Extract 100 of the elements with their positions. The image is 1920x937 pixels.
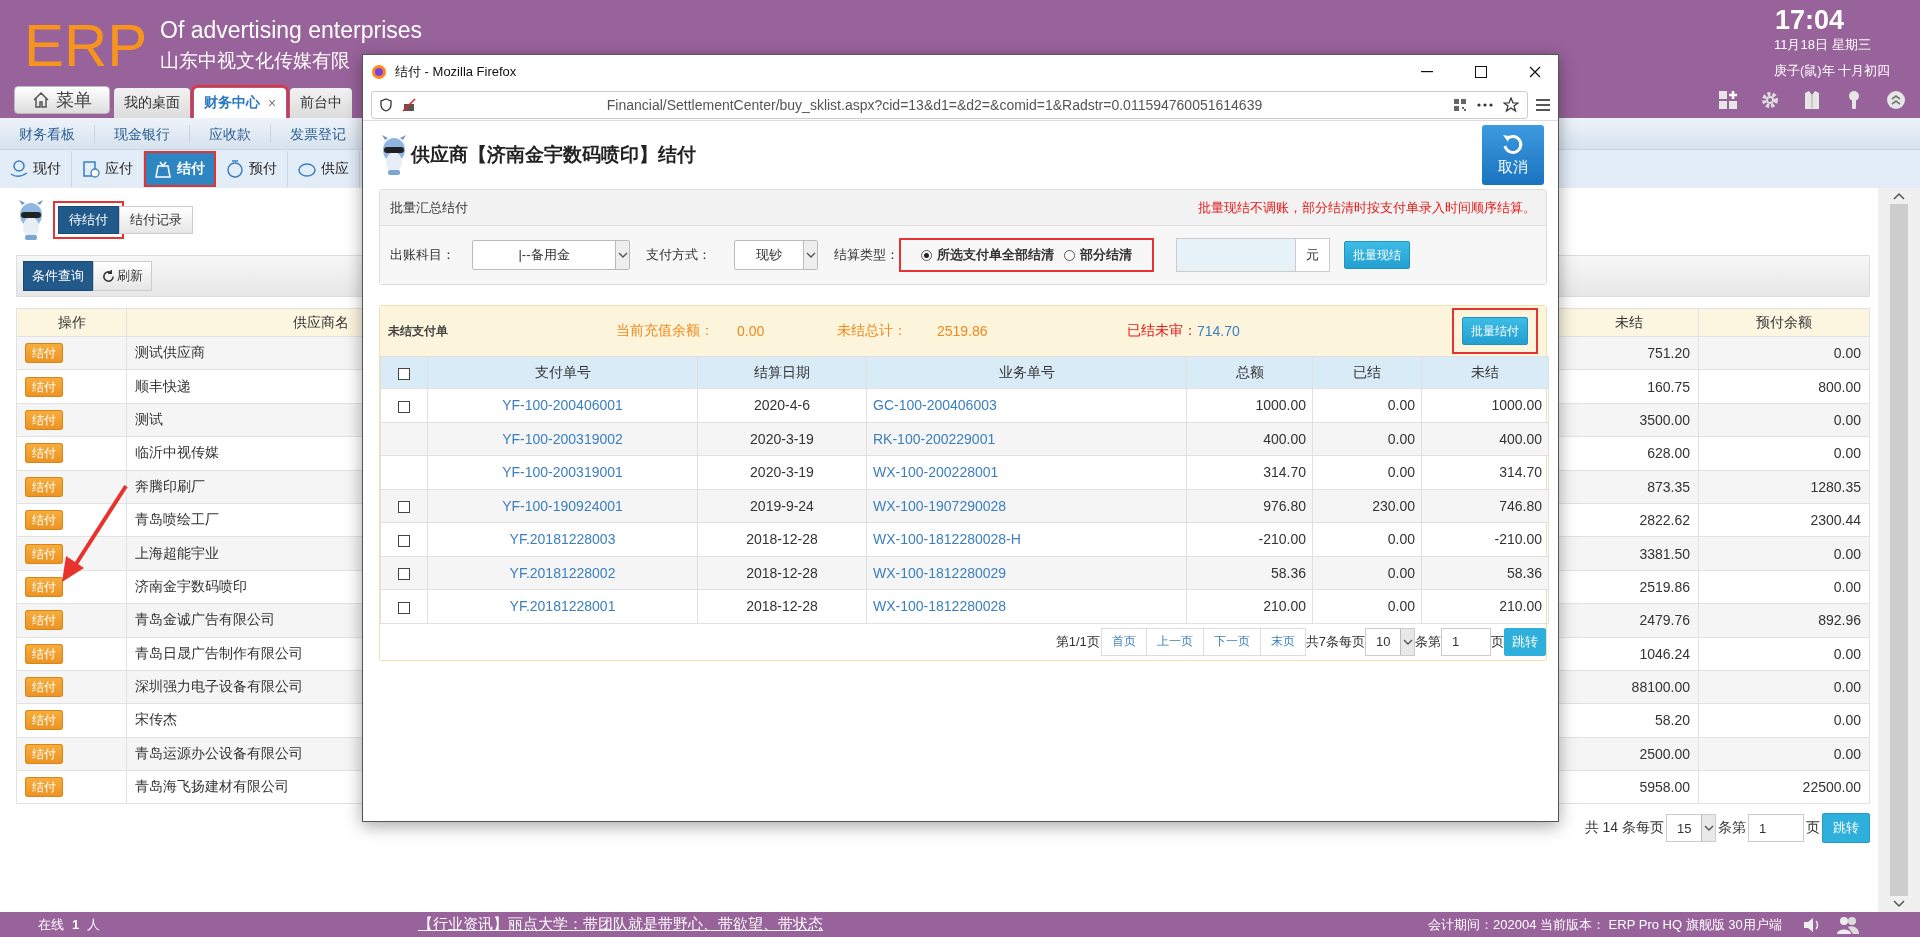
radio-option[interactable]: 部分结清	[1064, 246, 1132, 264]
page-size-select[interactable]: 10	[1365, 627, 1415, 656]
nav-link[interactable]: 现金银行	[114, 124, 170, 143]
page-button[interactable]: 首页	[1100, 627, 1147, 656]
users-icon[interactable]	[1836, 914, 1860, 935]
toolbar-tab[interactable]: 预付	[216, 151, 288, 187]
column-header: 结算日期	[697, 356, 867, 389]
table-cell: 0.00	[1698, 637, 1870, 671]
field-label: 支付方式：	[646, 246, 712, 264]
radio-option[interactable]: 所选支付单全部结清	[921, 246, 1054, 264]
table-cell: 0.00	[1312, 422, 1422, 456]
table-cell: 751.20	[1558, 336, 1699, 370]
stopwatch-icon	[226, 160, 244, 178]
page-input[interactable]: 1	[1748, 814, 1804, 843]
jump-button[interactable]: 跳转	[1504, 627, 1546, 656]
settings-icon[interactable]	[1760, 90, 1780, 110]
collapse-icon[interactable]	[1886, 90, 1906, 110]
page-button[interactable]: 末页	[1259, 627, 1306, 656]
table-cell: 746.80	[1421, 489, 1549, 523]
field-label: 出账科目：	[390, 246, 456, 264]
table-link[interactable]: RK-100-200229001	[866, 422, 1187, 456]
qr-code-icon[interactable]	[1453, 97, 1467, 112]
batch-cash-button[interactable]: 批量现结	[1344, 241, 1410, 269]
select-all-checkbox[interactable]	[398, 367, 410, 380]
cancel-button[interactable]: 取消	[1482, 125, 1544, 185]
refresh-icon	[102, 269, 115, 283]
table-cell: 1000.00	[1421, 388, 1549, 422]
checkbox[interactable]	[398, 400, 410, 413]
table-link[interactable]: WX-100-1812280029	[866, 556, 1187, 590]
tab[interactable]: 我的桌面	[114, 88, 190, 118]
table-link[interactable]: YF.20181228003	[427, 522, 698, 556]
table-cell: 0.00	[1312, 556, 1422, 590]
tab[interactable]: 前台中	[290, 88, 353, 118]
jump-button[interactable]: 跳转	[1822, 813, 1870, 844]
nav-link[interactable]: 财务看板	[19, 124, 75, 143]
table-link[interactable]: GC-100-200406003	[866, 388, 1187, 422]
caret-icon[interactable]	[617, 252, 628, 258]
table-cell: 0.00	[1312, 589, 1422, 623]
news-link[interactable]: 【行业资讯】丽点大学：带团队就是带野心、带欲望、带状态	[418, 915, 1428, 934]
page-input[interactable]: 1	[1441, 627, 1491, 656]
close-icon[interactable]	[1529, 66, 1541, 78]
table-link[interactable]: YF-100-190924001	[427, 489, 698, 523]
star-icon[interactable]	[1503, 96, 1519, 113]
checkbox[interactable]	[398, 568, 410, 581]
amount-field[interactable]: 元	[1176, 238, 1330, 272]
table-cell: 2019-9-24	[697, 489, 867, 523]
table-link[interactable]: WX-100-200228001	[866, 455, 1187, 489]
checkbox[interactable]	[398, 501, 410, 514]
shirt-icon[interactable]	[1802, 90, 1822, 110]
close-icon[interactable]: ×	[268, 95, 277, 111]
caret-icon[interactable]	[805, 252, 816, 258]
account-select[interactable]: |--备用金	[472, 240, 630, 270]
table-link[interactable]: WX-100-1812280028	[866, 589, 1187, 623]
table-link[interactable]: YF.20181228002	[427, 556, 698, 590]
table-link[interactable]: YF-100-200406001	[427, 388, 698, 422]
menu-icon[interactable]	[1536, 98, 1550, 111]
table-link[interactable]: WX-100-1812280028-H	[866, 522, 1187, 556]
table-link[interactable]: YF-100-200319001	[427, 455, 698, 489]
scroll-up-icon[interactable]	[1893, 192, 1905, 200]
scrollbar[interactable]	[1878, 188, 1920, 912]
caret-icon[interactable]	[1402, 638, 1413, 645]
refresh-button[interactable]: 刷新	[93, 261, 152, 291]
table-cell: 400.00	[1421, 422, 1549, 456]
nav-link[interactable]: 应收款	[209, 124, 251, 143]
column-header: 未结	[1558, 308, 1699, 337]
caret-icon[interactable]	[1703, 825, 1714, 832]
piggy-bank-icon	[298, 160, 316, 178]
table-cell: 0.00	[1698, 336, 1870, 370]
scroll-down-icon[interactable]	[1893, 900, 1905, 908]
page-button[interactable]: 下一页	[1202, 627, 1261, 656]
pending-value: 714.70	[1197, 323, 1240, 339]
more-icon[interactable]	[1477, 102, 1493, 107]
table-cell: 210.00	[1186, 589, 1313, 623]
checkbox[interactable]	[398, 601, 410, 614]
checkbox[interactable]	[398, 534, 410, 547]
total-value: 2519.86	[937, 323, 989, 339]
table-cell: 2018-12-28	[697, 522, 867, 556]
page-size-select[interactable]: 15	[1666, 814, 1716, 843]
grid-plus-icon[interactable]	[1718, 90, 1738, 110]
document-coin-icon	[82, 160, 100, 178]
minimize-icon[interactable]	[1421, 71, 1433, 73]
insecure-lock-icon	[402, 97, 416, 112]
table-link[interactable]: YF-100-200319002	[427, 422, 698, 456]
payment-method-select[interactable]: 现钞	[734, 240, 818, 270]
query-button[interactable]: 条件查询	[23, 261, 93, 291]
menu-button[interactable]: 菜单	[14, 86, 110, 114]
batch-settle-button[interactable]: 批量结付	[1462, 317, 1528, 345]
table-link[interactable]: YF.20181228001	[427, 589, 698, 623]
column-header: 预付余额	[1698, 308, 1870, 337]
toolbar-tab[interactable]: 现付	[0, 151, 72, 187]
table-link[interactable]: WX-100-1907290028	[866, 489, 1187, 523]
nav-link[interactable]: 发票登记	[290, 124, 346, 143]
view-tab[interactable]: 结付记录	[119, 206, 193, 234]
toolbar-tab[interactable]: 供应	[288, 151, 360, 187]
maximize-icon[interactable]	[1475, 66, 1487, 78]
lunar-date: 庚子(鼠)年 十月初四	[1774, 62, 1892, 80]
toolbar-tab[interactable]: 结付	[144, 151, 216, 187]
address-bar[interactable]: Financial/SettlementCenter/buy_sklist.aspx?cid=13&d1=&d2=&comid=1&Radstr=0.011594760051614639	[371, 90, 1528, 119]
page-button[interactable]: 上一页	[1145, 627, 1204, 656]
tab[interactable]: 财务中心 ×	[194, 88, 287, 118]
